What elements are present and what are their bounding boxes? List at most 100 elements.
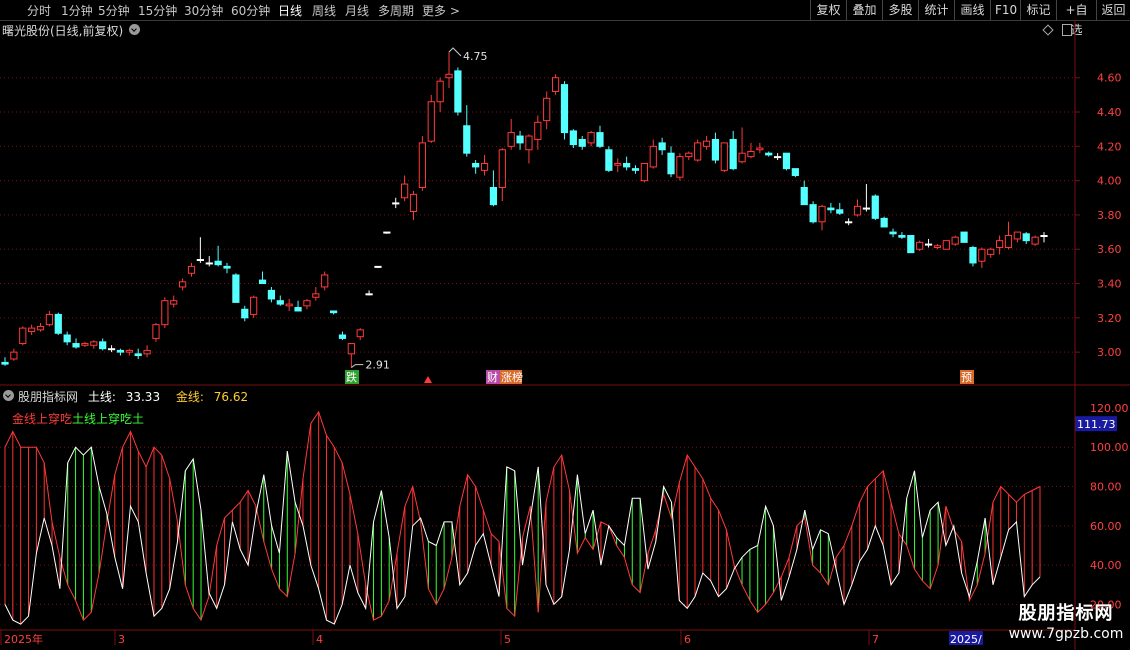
candle (356, 328, 364, 341)
candle (649, 139, 657, 169)
candle-body (1004, 235, 1013, 249)
candle (685, 151, 693, 161)
candle (312, 286, 320, 301)
candle-body (711, 138, 720, 161)
candle-body (90, 341, 98, 346)
candle (667, 146, 675, 178)
candle (818, 204, 826, 231)
candle (383, 231, 391, 234)
candle (223, 262, 231, 274)
candle (614, 158, 622, 173)
candle (374, 265, 382, 269)
candle-body (1, 361, 9, 365)
time-label: 2025年 (4, 632, 43, 646)
earth-line-value: 33.33 (125, 390, 161, 404)
candle (862, 184, 871, 212)
candle (942, 240, 950, 250)
candle-body (1040, 235, 1048, 238)
candle (534, 115, 542, 150)
candle-body (614, 162, 622, 166)
chevron-down-icon[interactable] (3, 390, 14, 401)
candle (756, 142, 764, 154)
candle-body (560, 84, 569, 134)
price-tick-label: 4.00 (1097, 175, 1122, 188)
candle-body (392, 202, 400, 205)
candle (516, 130, 524, 150)
candle-body (1013, 231, 1021, 240)
gold-line (4, 410, 1041, 622)
candle (720, 142, 728, 173)
candle (978, 247, 986, 269)
candle (631, 165, 640, 174)
candle (36, 322, 45, 332)
candle (418, 136, 426, 191)
candle (134, 348, 142, 359)
candle (587, 130, 595, 147)
candle (800, 180, 808, 206)
candle (392, 197, 400, 209)
candle (276, 295, 284, 306)
badge-text: 预 (961, 371, 972, 384)
watermark: 股朋指标网 www.7gpzb.com (1004, 603, 1128, 647)
candle (960, 231, 968, 243)
candle-body (267, 289, 276, 300)
candle-body (54, 313, 62, 334)
candle-body (276, 300, 284, 305)
candle (569, 129, 577, 149)
candle (711, 132, 720, 164)
candle (401, 175, 409, 202)
candle (152, 322, 160, 342)
candle-body (782, 152, 791, 170)
candle-body (427, 101, 435, 142)
candle (525, 134, 533, 164)
signal-labels: 金线上穿吃土土线上穿吃土 (12, 410, 156, 427)
badge-text: 财 (487, 370, 498, 384)
candle (463, 105, 471, 157)
candle-body (942, 240, 950, 250)
candle (845, 218, 853, 226)
indicator-tick-label: 80.00 (1090, 481, 1122, 494)
candle-body (676, 156, 684, 178)
candle-body (623, 162, 631, 168)
candle-body (1022, 233, 1030, 242)
indicator-axis: 100.0080.0060.0040.0020.00120.00111.73 (1075, 402, 1129, 611)
candle (498, 148, 506, 202)
price-tick-label: 3.60 (1097, 243, 1122, 256)
candle (791, 168, 799, 178)
indicator-tick-label: 40.00 (1090, 559, 1122, 572)
candle (907, 235, 915, 254)
candle-body (880, 217, 888, 228)
price-tick-label: 3.40 (1097, 278, 1122, 291)
gold-line-value: 76.62 (213, 390, 249, 404)
candle-body (374, 265, 382, 268)
candle (773, 153, 782, 161)
candle-body (907, 235, 915, 254)
candle (445, 52, 453, 89)
watermark-name: 股朋指标网 (1018, 603, 1114, 624)
candle-body (418, 142, 426, 188)
candle-body (445, 73, 453, 79)
candle (551, 74, 560, 95)
gold-line-label: 金线: 76.62 (175, 390, 249, 404)
candle (889, 228, 897, 238)
price-tick-label: 4.60 (1097, 72, 1122, 85)
candle (995, 235, 1004, 255)
candle (987, 247, 995, 258)
candle (267, 286, 276, 303)
price-tick-label: 4.40 (1097, 106, 1122, 119)
candle-body (551, 77, 560, 92)
candle-body (401, 183, 409, 199)
candle (924, 238, 933, 248)
candle-body (347, 343, 355, 355)
candle-body (667, 152, 675, 175)
candle (578, 136, 586, 150)
time-label: 2025/ (950, 633, 982, 646)
candle-body (516, 135, 524, 144)
candle-body (72, 343, 80, 348)
candle (1004, 221, 1013, 250)
candle-body (19, 327, 27, 345)
candle-body (845, 221, 853, 224)
chart-canvas[interactable]: 4.60 4.40 4.20 4.00 3.80 3.60 3.40 3.20 3.00 100… (0, 0, 1130, 650)
candle (1, 357, 9, 366)
candle-body (28, 327, 36, 333)
